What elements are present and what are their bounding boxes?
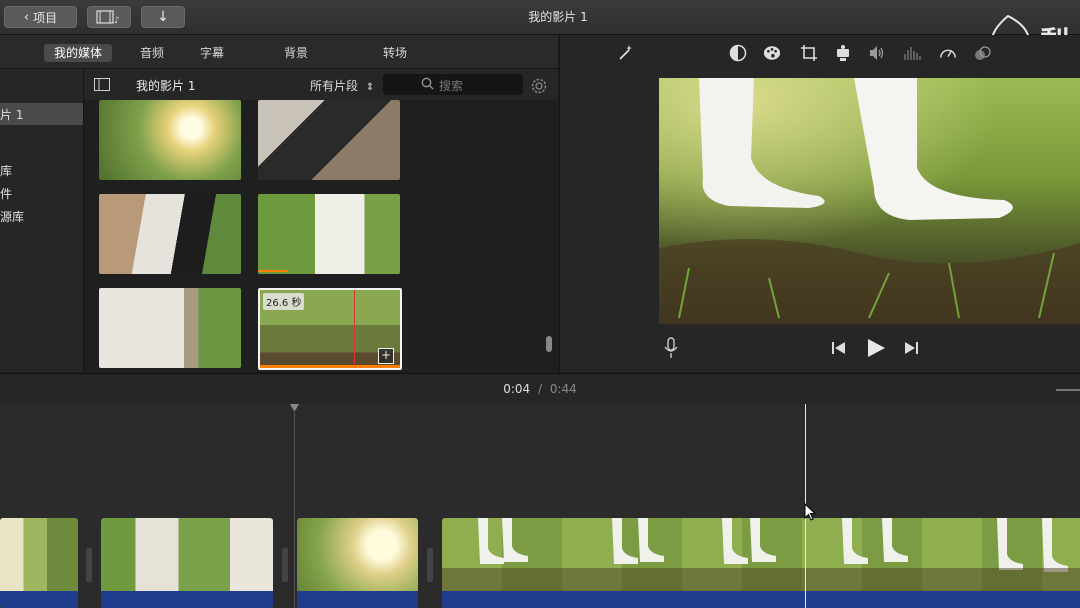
tab-transitions[interactable]: 转场 — [373, 44, 417, 62]
play-icon[interactable] — [866, 338, 886, 358]
skip-back-icon[interactable] — [831, 341, 847, 355]
color-palette-icon[interactable] — [763, 44, 781, 62]
transition-handle[interactable] — [427, 548, 433, 582]
skip-forward-icon[interactable] — [903, 341, 919, 355]
timecode-display: 0:04 / 0:44 — [0, 382, 1080, 396]
clip-duration-badge: 26.6 秒 — [263, 293, 305, 310]
used-range-bar — [258, 270, 288, 272]
audio-bar — [297, 591, 418, 608]
marker-line — [294, 410, 295, 608]
clip-filter-label: 所有片段 — [310, 79, 359, 93]
transition-handle[interactable] — [86, 548, 92, 582]
tab-titles[interactable]: 字幕 — [190, 44, 234, 62]
microphone-icon[interactable] — [664, 337, 678, 359]
used-range-bar — [260, 365, 400, 368]
tab-my-media[interactable]: 我的媒体 — [44, 44, 113, 62]
scrollbar-thumb[interactable] — [546, 336, 552, 352]
total-time: 0:44 — [549, 382, 577, 396]
sidebar-item-source-library[interactable]: 源库 — [0, 208, 24, 225]
media-browser: 26.6 秒 + — [84, 100, 558, 372]
sidebar-item-files[interactable]: 件 — [0, 185, 12, 202]
mouse-cursor-icon — [804, 503, 816, 521]
media-clip-thumbnail-selected[interactable]: 26.6 秒 + — [258, 288, 402, 370]
crop-icon[interactable] — [800, 44, 818, 62]
media-clip-thumbnail[interactable] — [258, 100, 400, 180]
stabilization-camera-icon[interactable] — [834, 44, 852, 62]
window-title: 我的影片 1 — [528, 10, 588, 24]
speed-gauge-icon[interactable] — [939, 44, 957, 62]
volume-icon[interactable] — [868, 44, 886, 62]
media-clip-thumbnail[interactable] — [258, 194, 400, 274]
color-balance-icon[interactable] — [729, 44, 747, 62]
magic-wand-icon[interactable] — [617, 44, 635, 62]
timeline-clip[interactable] — [0, 518, 78, 608]
audio-bar — [442, 591, 1080, 608]
sidebar-toggle-icon[interactable] — [94, 78, 110, 91]
media-clip-thumbnail[interactable] — [99, 194, 241, 274]
zoom-slider[interactable] — [1056, 389, 1080, 391]
settings-gear-icon[interactable] — [530, 77, 548, 95]
transition-handle[interactable] — [282, 548, 288, 582]
sidebar-item-library[interactable]: 库 — [0, 162, 12, 179]
media-clip-thumbnail[interactable] — [99, 288, 241, 368]
timeline-clip[interactable] — [101, 518, 273, 608]
skimmer-line — [354, 290, 355, 368]
audio-bar — [101, 591, 273, 608]
search-icon — [421, 77, 434, 90]
tab-audio[interactable]: 音频 — [130, 44, 174, 62]
tab-backgrounds[interactable]: 背景 — [274, 44, 318, 62]
add-clip-button[interactable]: + — [378, 348, 394, 364]
library-title: 我的影片 1 — [136, 79, 196, 93]
media-clip-thumbnail[interactable] — [99, 100, 241, 180]
current-time: 0:04 — [503, 382, 531, 396]
chevron-updown-icon: ⇕ — [365, 82, 375, 93]
timeline-clip-selected[interactable] — [442, 518, 1080, 608]
sidebar-selected-label: 片 1 — [0, 108, 24, 122]
noise-reduction-icon[interactable] — [903, 44, 921, 62]
time-separator: / — [537, 382, 543, 396]
search-placeholder: 搜索 — [439, 79, 464, 93]
video-preview[interactable] — [659, 78, 1080, 324]
audio-bar — [0, 591, 78, 608]
timeline-clip[interactable] — [297, 518, 418, 608]
search-input[interactable]: 搜索 — [383, 74, 523, 95]
clip-filter-select[interactable]: 所有片段 ⇕ — [310, 77, 374, 94]
clip-filter-icon[interactable] — [973, 44, 991, 62]
